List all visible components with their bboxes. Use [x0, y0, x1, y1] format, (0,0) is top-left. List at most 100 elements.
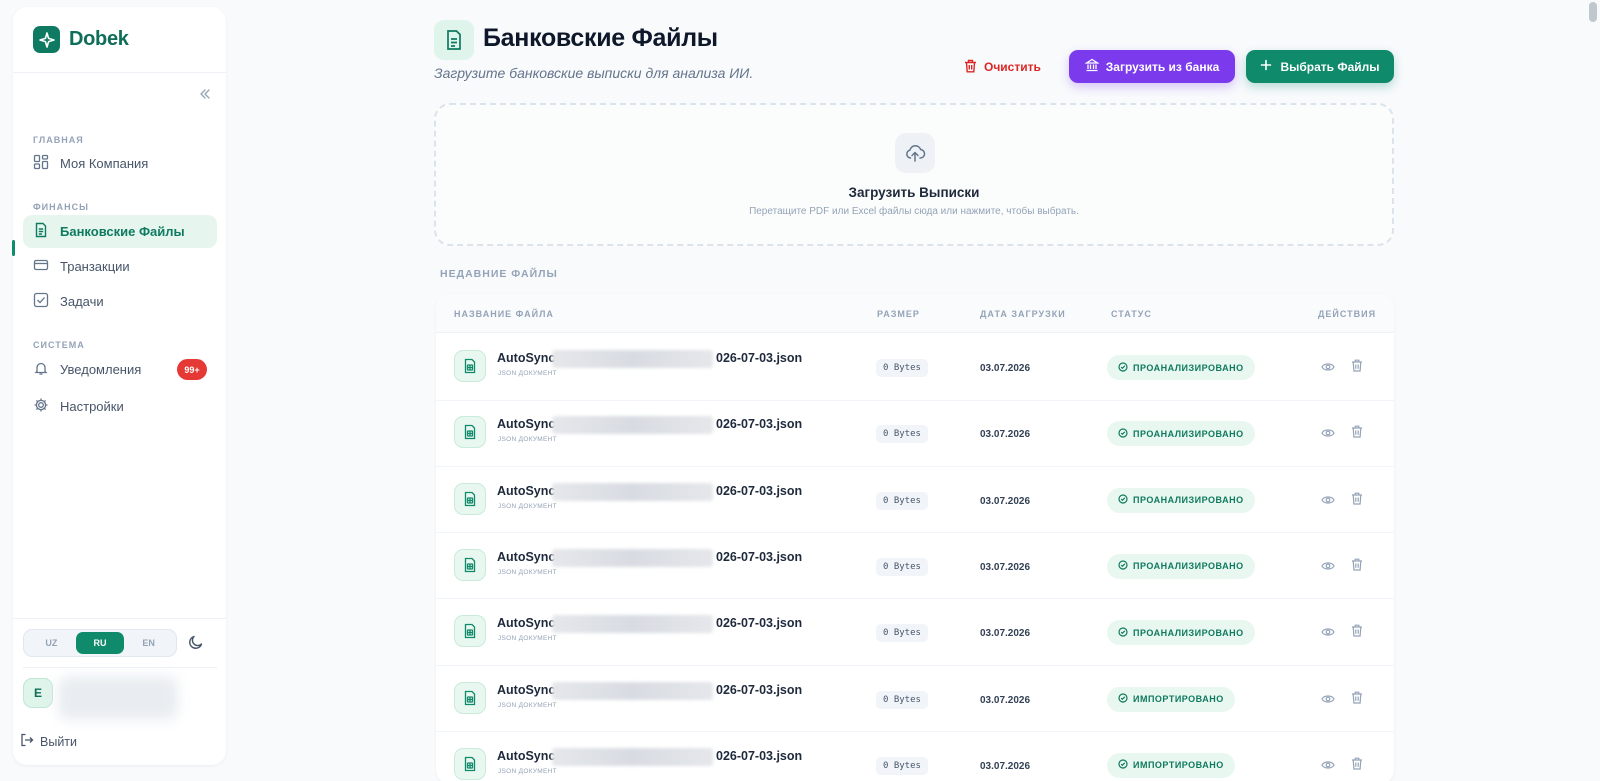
sidebar-item-label: Настройки	[60, 399, 124, 414]
file-name-suffix: 026-07-03.json	[716, 483, 803, 498]
delete-trash-icon[interactable]	[1351, 558, 1363, 576]
view-eye-icon[interactable]	[1321, 360, 1335, 378]
sidebar-item-label: Уведомления	[60, 362, 142, 377]
table-row[interactable]: AutoSync 026-07-03.json JSON ДОКУМЕНТ 0 Byt…	[436, 665, 1394, 732]
view-eye-icon[interactable]	[1321, 625, 1335, 643]
status-badge: ПРОАНАЛИЗИРОВАНО	[1107, 620, 1255, 646]
table-row[interactable]: AutoSync 026-07-03.json JSON ДОКУМЕНТ 0 Byt…	[436, 532, 1394, 600]
sidebar-item-tasks[interactable]: Задачи	[23, 285, 217, 318]
select-files-button[interactable]: Выбрать Файлы	[1246, 50, 1394, 83]
file-type: JSON ДОКУМЕНТ	[498, 767, 557, 775]
file-name-suffix: 026-07-03.json	[716, 748, 803, 763]
check-circle-icon	[1118, 627, 1128, 639]
file-name-prefix: AutoSync	[497, 682, 556, 697]
document-icon	[434, 20, 474, 60]
table-row[interactable]: AutoSync 026-07-03.json JSON ДОКУМЕНТ 0 Byt…	[436, 731, 1394, 781]
sidebar-item-notifications[interactable]: Уведомления 99+	[23, 353, 217, 386]
lang-uz[interactable]: UZ	[27, 632, 75, 654]
view-eye-icon[interactable]	[1321, 559, 1335, 577]
dashboard-icon	[33, 154, 49, 173]
logout-button[interactable]: Выйти	[20, 733, 77, 750]
table-header: НАЗВАНИЕ ФАЙЛА РАЗМЕР ДАТА ЗАГРУЗКИ СТАТ…	[436, 294, 1394, 333]
column-header-name: НАЗВАНИЕ ФАЙЛА	[454, 309, 554, 319]
sidebar-item-settings[interactable]: Настройки	[23, 390, 217, 423]
sidebar-item-label: Задачи	[60, 294, 104, 309]
status-badge: ПРОАНАЛИЗИРОВАНО	[1107, 487, 1255, 513]
table-row[interactable]: AutoSync 026-07-03.json JSON ДОКУМЕНТ 0 Byt…	[436, 466, 1394, 534]
brand-name: Dobek	[69, 28, 129, 50]
file-name-suffix: 026-07-03.json	[716, 549, 803, 564]
file-size: 0 Bytes	[876, 491, 928, 510]
json-file-icon	[454, 681, 486, 714]
delete-trash-icon[interactable]	[1351, 425, 1363, 443]
files-table: НАЗВАНИЕ ФАЙЛА РАЗМЕР ДАТА ЗАГРУЗКИ СТАТ…	[436, 294, 1394, 781]
dark-mode-moon-icon[interactable]	[187, 633, 205, 656]
logo[interactable]: Dobek	[13, 7, 226, 73]
upload-dropzone[interactable]: Загрузить Выписки Перетащите PDF или Exc…	[434, 103, 1394, 246]
scrollbar[interactable]	[1589, 2, 1597, 22]
user-info-redacted	[58, 676, 178, 720]
check-circle-icon	[1118, 361, 1128, 374]
file-name-redacted	[552, 482, 713, 501]
file-type: JSON ДОКУМЕНТ	[498, 436, 557, 444]
column-header-date: ДАТА ЗАГРУЗКИ	[980, 309, 1066, 319]
json-file-icon	[454, 615, 486, 648]
sidebar-footer: UZ RU EN E	[13, 618, 226, 720]
upload-date: 03.07.2026	[980, 495, 1031, 507]
active-indicator	[12, 240, 15, 256]
user-profile[interactable]: E	[23, 667, 217, 725]
section-label-system: СИСТЕМА	[33, 340, 85, 350]
plus-icon	[1260, 59, 1272, 74]
clear-button[interactable]: Очистить	[964, 56, 1041, 78]
status-label: ПРОАНАЛИЗИРОВАНО	[1133, 428, 1244, 439]
sidebar: Dobek ГЛАВНАЯ Моя Компания ФИНАНСЫ Банко…	[12, 7, 226, 765]
delete-trash-icon[interactable]	[1351, 624, 1363, 642]
logout-label: Выйти	[40, 734, 78, 749]
upload-date: 03.07.2026	[980, 760, 1031, 772]
table-row[interactable]: AutoSync 026-07-03.json JSON ДОКУМЕНТ 0 Byt…	[436, 333, 1394, 401]
delete-trash-icon[interactable]	[1351, 691, 1363, 709]
file-type: JSON ДОКУМЕНТ	[498, 370, 557, 377]
file-name-prefix: AutoSync	[497, 351, 556, 365]
dropzone-subtitle: Перетащите PDF или Excel файлы сюда или …	[749, 206, 1079, 217]
lang-ru[interactable]: RU	[75, 632, 124, 654]
status-badge: ИМПОРТИРОВАНО	[1107, 686, 1235, 712]
json-file-icon	[454, 548, 486, 581]
sidebar-item-bank-files[interactable]: Банковские Файлы	[23, 215, 217, 248]
file-type: JSON ДОКУМЕНТ	[498, 635, 557, 643]
file-type: JSON ДОКУМЕНТ	[498, 568, 557, 576]
file-name-suffix: 026-07-03.json	[716, 682, 803, 697]
status-label: ПРОАНАЛИЗИРОВАНО	[1133, 561, 1244, 572]
view-eye-icon[interactable]	[1321, 426, 1335, 444]
view-eye-icon[interactable]	[1321, 692, 1335, 710]
check-circle-icon	[1118, 494, 1128, 506]
file-name-redacted	[552, 615, 713, 634]
upload-date: 03.07.2026	[980, 628, 1031, 640]
load-from-bank-label: Загрузить из банка	[1105, 59, 1220, 74]
delete-trash-icon[interactable]	[1351, 492, 1363, 510]
load-from-bank-button[interactable]: Загрузить из банка	[1069, 50, 1235, 83]
checkbox-icon	[33, 292, 49, 311]
status-label: ИМПОРТИРОВАНО	[1133, 760, 1224, 771]
status-badge: ПРОАНАЛИЗИРОВАНО	[1107, 421, 1255, 447]
upload-date: 03.07.2026	[980, 429, 1031, 441]
sidebar-item-my-company[interactable]: Моя Компания	[23, 147, 217, 180]
delete-trash-icon[interactable]	[1351, 757, 1363, 775]
trash-icon	[964, 59, 977, 76]
view-eye-icon[interactable]	[1321, 493, 1335, 511]
collapse-sidebar-icon[interactable]	[194, 83, 216, 105]
file-name-redacted	[552, 681, 713, 700]
file-name-prefix: AutoSync	[497, 483, 556, 498]
select-files-label: Выбрать Файлы	[1280, 59, 1380, 74]
sidebar-item-transactions[interactable]: Транзакции	[23, 250, 217, 283]
table-row[interactable]: AutoSync 026-07-03.json JSON ДОКУМЕНТ 0 Byt…	[436, 598, 1394, 666]
table-row[interactable]: AutoSync 026-07-03.json JSON ДОКУМЕНТ 0 Byt…	[436, 399, 1394, 467]
status-label: ПРОАНАЛИЗИРОВАНО	[1133, 362, 1244, 373]
view-eye-icon[interactable]	[1321, 758, 1335, 776]
file-name-prefix: AutoSync	[497, 549, 556, 564]
lang-en[interactable]: EN	[125, 632, 173, 654]
file-name-redacted	[552, 350, 713, 368]
delete-trash-icon[interactable]	[1351, 359, 1363, 377]
file-size: 0 Bytes	[876, 624, 928, 643]
check-circle-icon	[1118, 759, 1128, 771]
